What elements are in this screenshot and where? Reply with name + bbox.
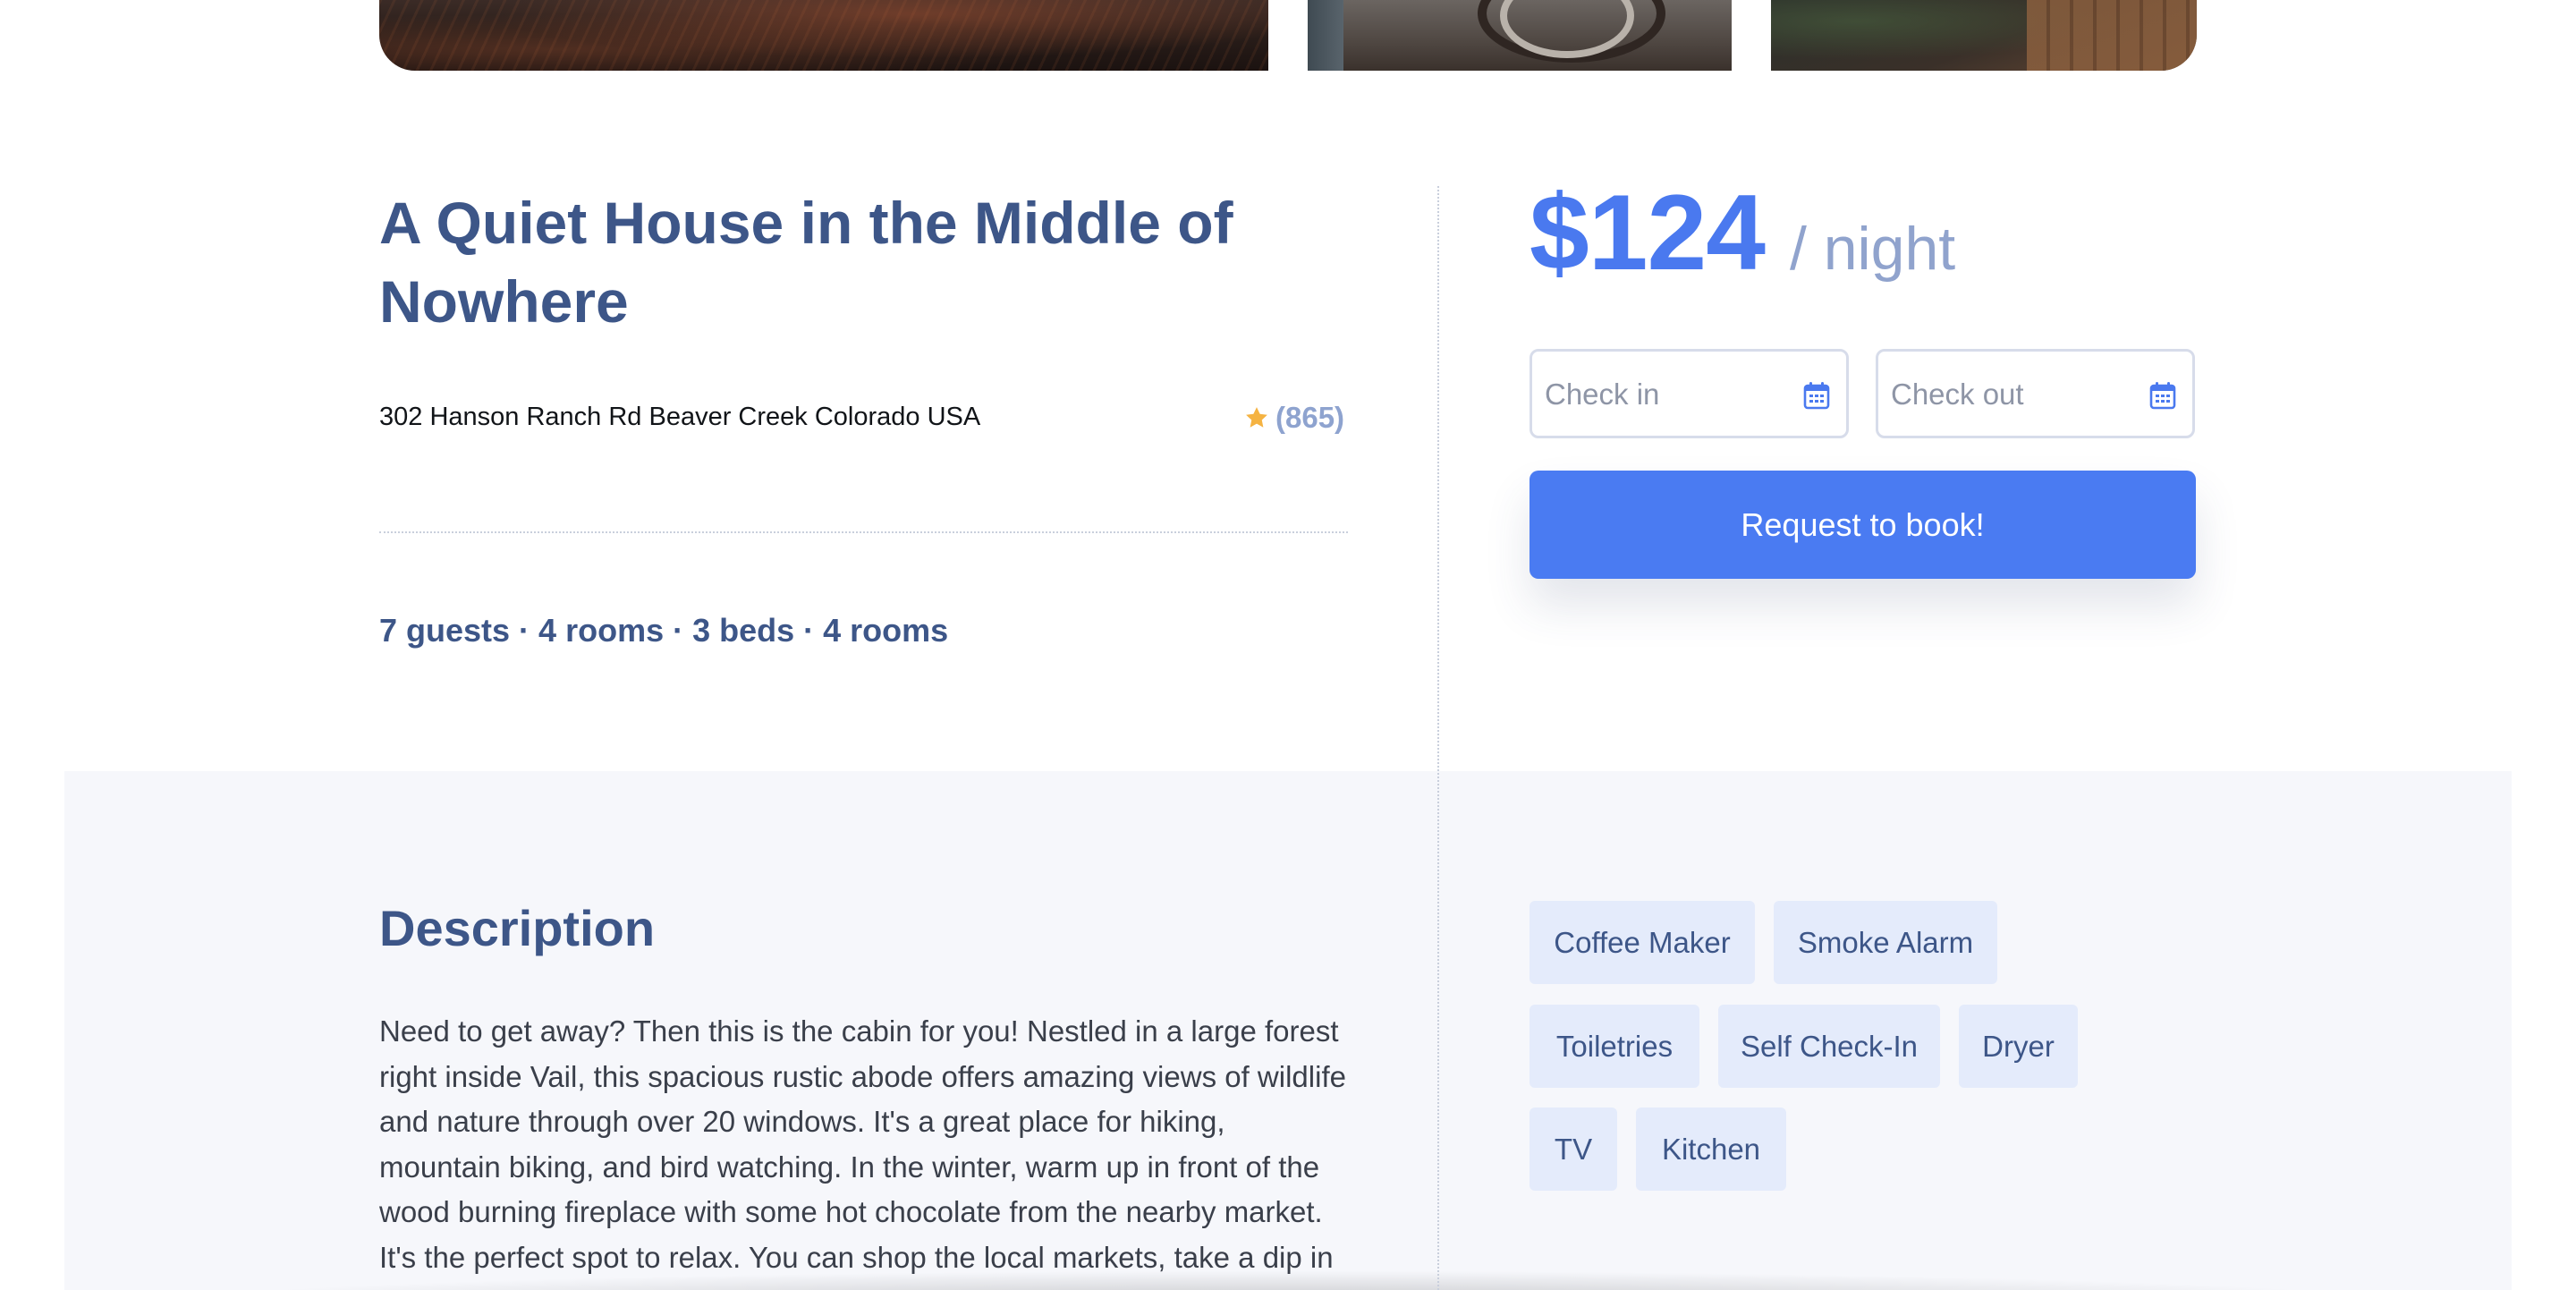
amenity-chip: Toiletries [1530,1005,1699,1088]
price-unit: / night [1789,215,1956,283]
amenity-chip: Coffee Maker [1530,901,1755,984]
gallery-photo-plants[interactable] [1771,0,2197,71]
rating-count: (865) [1275,401,1345,434]
footer-shadow [134,1270,2442,1290]
checkout-field[interactable] [1876,349,2195,438]
rating[interactable]: (865) [1243,401,1344,435]
calendar-icon[interactable] [1803,381,1830,410]
description-heading: Description [379,900,656,956]
checkin-input[interactable] [1545,369,1777,420]
info-divider [379,531,1348,533]
checkin-field[interactable] [1530,349,1849,438]
photo-gallery [379,0,2197,71]
amenity-chip: Self Check-In [1718,1005,1940,1088]
calendar-icon[interactable] [2149,381,2176,410]
amenity-chip: Kitchen [1636,1108,1786,1191]
column-divider [1437,186,1439,1290]
price: $124 / night [1530,174,1955,291]
amenity-chip: TV [1530,1108,1617,1191]
price-amount: $124 [1530,173,1766,293]
listing-page: A Quiet House in the Middle of Nowhere 3… [0,0,2576,1290]
description-text: Need to get away? Then this is the cabin… [379,1014,1346,1290]
listing-stats: 7 guests · 4 rooms · 3 beds · 4 rooms [379,612,949,649]
gallery-photo-main[interactable] [379,0,1268,71]
checkout-input[interactable] [1891,369,2123,420]
amenity-chip: Smoke Alarm [1774,901,1997,984]
star-icon [1246,407,1267,428]
amenity-chip: Dryer [1959,1005,2078,1088]
gallery-photo-chair[interactable] [1308,0,1732,71]
request-to-book-button[interactable]: Request to book! [1530,471,2196,579]
listing-address: 302 Hanson Ranch Rd Beaver Creek Colorad… [379,403,981,431]
listing-title: A Quiet House in the Middle of Nowhere [379,190,1233,335]
